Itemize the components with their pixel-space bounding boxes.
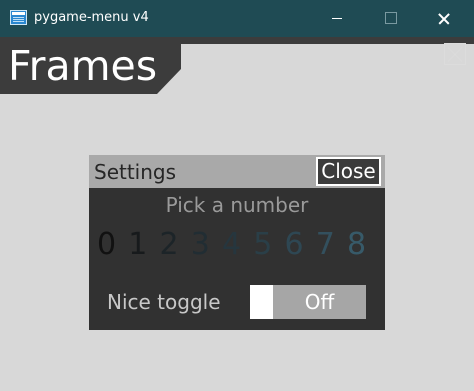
window-title: pygame-menu v4 xyxy=(34,10,149,25)
minimize-icon[interactable] xyxy=(314,0,360,37)
number-option[interactable]: 7 xyxy=(316,226,335,264)
number-option[interactable]: 4 xyxy=(222,226,241,264)
settings-frame: Pick a number 012345678 Nice toggle Off xyxy=(89,188,385,330)
frame-close-button[interactable]: Close xyxy=(316,157,381,186)
nice-toggle-label: Nice toggle xyxy=(107,290,221,314)
number-option[interactable]: 0 xyxy=(97,226,116,264)
number-option[interactable]: 5 xyxy=(253,226,272,264)
frame-title: Settings xyxy=(94,160,177,184)
menu-title: Frames xyxy=(8,42,158,90)
number-option[interactable]: 1 xyxy=(128,226,147,264)
number-option[interactable]: 3 xyxy=(191,226,210,264)
nice-toggle-switch[interactable]: Off xyxy=(250,285,366,319)
menu-close-x-icon[interactable] xyxy=(444,43,466,65)
pygame-app-icon xyxy=(10,10,27,25)
menu-header: Frames xyxy=(0,37,474,94)
pick-number-label: Pick a number xyxy=(165,193,309,217)
close-icon[interactable] xyxy=(420,0,466,37)
number-option[interactable]: 6 xyxy=(285,226,304,264)
toggle-knob[interactable] xyxy=(250,285,273,319)
window-titlebar[interactable]: pygame-menu v4 xyxy=(0,0,474,37)
toggle-state-label: Off xyxy=(304,290,335,314)
number-option[interactable]: 2 xyxy=(160,226,179,264)
frame-title-bar: Settings Close xyxy=(89,155,385,188)
number-option[interactable]: 8 xyxy=(347,226,366,264)
maximize-icon[interactable] xyxy=(368,0,414,37)
